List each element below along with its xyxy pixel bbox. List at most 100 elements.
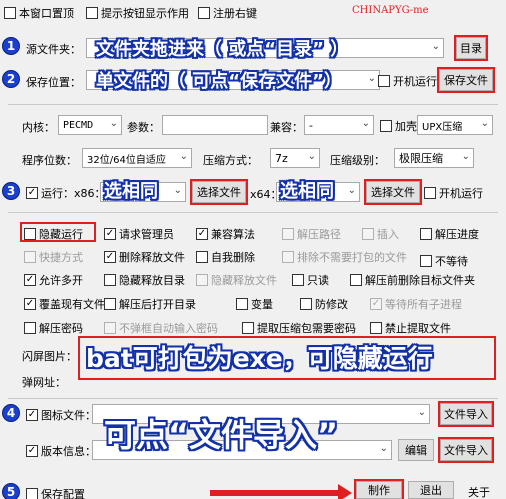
version-import-button[interactable]: 文件导入	[438, 437, 494, 463]
popup-url-label: 弹网址：	[22, 376, 66, 389]
save-autorun-label: 开机运行	[393, 75, 437, 88]
icon-import-button[interactable]: 文件导入	[438, 401, 494, 427]
choose-file-x86-button[interactable]: 选择文件	[190, 179, 248, 205]
option-checkbox[interactable]: 请求管理员	[104, 226, 174, 242]
option-checkbox[interactable]: 隐藏释放目录	[104, 272, 185, 288]
save-config-label: 保存配置	[41, 488, 85, 499]
checkbox-box	[24, 274, 36, 286]
checkbox-box	[420, 228, 432, 240]
checkbox-box	[380, 120, 392, 132]
checkbox-box	[26, 187, 38, 199]
save-file-button[interactable]: 保存文件	[437, 67, 495, 93]
option-checkbox: 隐藏释放文件	[196, 272, 277, 288]
step-badge-1: 1	[2, 37, 20, 55]
option-label: 解压后打开目录	[119, 298, 196, 311]
run-autorun-checkbox[interactable]: 开机运行	[424, 185, 483, 201]
checkbox-box	[370, 298, 382, 310]
exit-button[interactable]: 退出	[408, 481, 454, 499]
save-label: 保存位置：	[26, 76, 81, 89]
option-checkbox[interactable]: 变量	[236, 296, 273, 312]
option-label: 排除不需要打包的文件	[297, 251, 407, 264]
option-label: 提取压缩包需要密码	[257, 322, 356, 335]
option-label: 快捷方式	[39, 251, 83, 264]
option-label: 兼容算法	[211, 228, 255, 241]
step-badge-4: 4	[2, 404, 20, 422]
shell-select[interactable]: UPX压缩 ⌄	[417, 115, 493, 135]
version-info-label: 版本信息：	[41, 445, 96, 458]
always-on-top-checkbox[interactable]: 本窗口置顶	[4, 5, 74, 21]
option-checkbox[interactable]: 只读	[292, 272, 329, 288]
checkbox-box	[378, 75, 390, 87]
option-checkbox[interactable]: 不等待	[420, 253, 468, 269]
compat-label: 兼容：	[270, 121, 303, 134]
run-checkbox[interactable]: 运行：x86：	[26, 185, 106, 201]
option-checkbox[interactable]: 兼容算法	[196, 226, 255, 242]
chevron-down-icon: ⌄	[431, 41, 440, 52]
option-checkbox[interactable]: 自我删除	[196, 249, 255, 265]
level-select[interactable]: 极限压缩 ⌄	[394, 148, 474, 168]
option-checkbox[interactable]: 解压进度	[420, 226, 479, 242]
option-checkbox[interactable]: 解压前删除目标文件夹	[350, 272, 475, 288]
option-checkbox: 排除不需要打包的文件	[282, 249, 407, 265]
option-label: 请求管理员	[119, 228, 174, 241]
checkbox-box	[104, 228, 116, 240]
option-checkbox[interactable]: 禁止提取文件	[370, 320, 451, 336]
option-checkbox: 插入	[362, 226, 399, 242]
compat-select[interactable]: - ⌄	[304, 115, 374, 135]
checkbox-box	[282, 228, 294, 240]
choose-file-x64-button[interactable]: 选择文件	[364, 179, 422, 205]
option-checkbox[interactable]: 防修改	[300, 296, 348, 312]
source-hint-overlay: 文件夹拖进来（ 或点“目录” ）	[96, 39, 349, 60]
checkbox-box	[24, 322, 36, 334]
icon-file-checkbox[interactable]: 图标文件：	[26, 407, 96, 423]
chevron-down-icon: ⌄	[379, 443, 388, 454]
x86-hint-overlay: 选相同	[104, 181, 158, 202]
option-checkbox[interactable]: 允许多开	[24, 272, 83, 288]
about-link[interactable]: 关于	[468, 484, 490, 499]
checkbox-box	[300, 298, 312, 310]
option-label: 防修改	[315, 298, 348, 311]
compress-select[interactable]: 7z ⌄	[270, 148, 320, 168]
version-info-checkbox[interactable]: 版本信息：	[26, 443, 96, 459]
run-x86-label: 运行：x86：	[41, 187, 106, 200]
bits-value: 32位/64位自适应	[87, 154, 166, 166]
option-checkbox: 快捷方式	[24, 249, 83, 265]
option-label: 解压密码	[39, 322, 83, 335]
directory-button[interactable]: 目录	[454, 35, 488, 61]
checkbox-box	[198, 7, 210, 19]
save-config-checkbox[interactable]: 保存配置	[26, 486, 85, 499]
edit-version-button[interactable]: 编辑	[398, 439, 434, 461]
option-label: 隐藏释放文件	[211, 274, 277, 287]
params-input[interactable]	[162, 115, 268, 135]
bits-label: 程序位数：	[22, 154, 77, 167]
option-checkbox[interactable]: 提取压缩包需要密码	[242, 320, 356, 336]
option-checkbox: 不弹框自动输入密码	[104, 320, 218, 336]
checkbox-box	[282, 251, 294, 263]
register-right-checkbox[interactable]: 注册右键	[198, 5, 257, 21]
step-badge-2: 2	[2, 70, 20, 88]
brand-watermark: CHINAPYG-me	[352, 5, 429, 16]
chevron-down-icon: ⌄	[417, 407, 426, 418]
checkbox-box	[86, 7, 98, 19]
kernel-select[interactable]: PECMD ⌄	[58, 115, 122, 135]
option-checkbox: 解压路径	[282, 226, 341, 242]
tooltip-checkbox[interactable]: 提示按钮显示作用	[86, 5, 189, 21]
option-label: 不等待	[435, 255, 468, 268]
checkbox-box	[236, 298, 248, 310]
option-checkbox[interactable]: 覆盖现有文件	[24, 296, 105, 312]
divider	[8, 104, 498, 105]
option-checkbox[interactable]: 删除释放文件	[104, 249, 185, 265]
option-checkbox[interactable]: 解压密码	[24, 320, 83, 336]
chevron-down-icon: ⌄	[179, 151, 188, 162]
checkbox-box	[196, 251, 208, 263]
option-label: 插入	[377, 228, 399, 241]
kernel-label: 内核：	[22, 121, 55, 134]
save-hint-overlay: 单文件的（ 可点“保存文件”）	[96, 71, 342, 92]
checkbox-box	[26, 488, 38, 499]
save-autorun-checkbox[interactable]: 开机运行	[378, 73, 437, 89]
option-label: 隐藏释放目录	[119, 274, 185, 287]
make-button[interactable]: 制作	[354, 479, 404, 499]
checkbox-box	[196, 274, 208, 286]
option-checkbox[interactable]: 解压后打开目录	[104, 296, 196, 312]
bits-select[interactable]: 32位/64位自适应 ⌄	[82, 148, 192, 168]
